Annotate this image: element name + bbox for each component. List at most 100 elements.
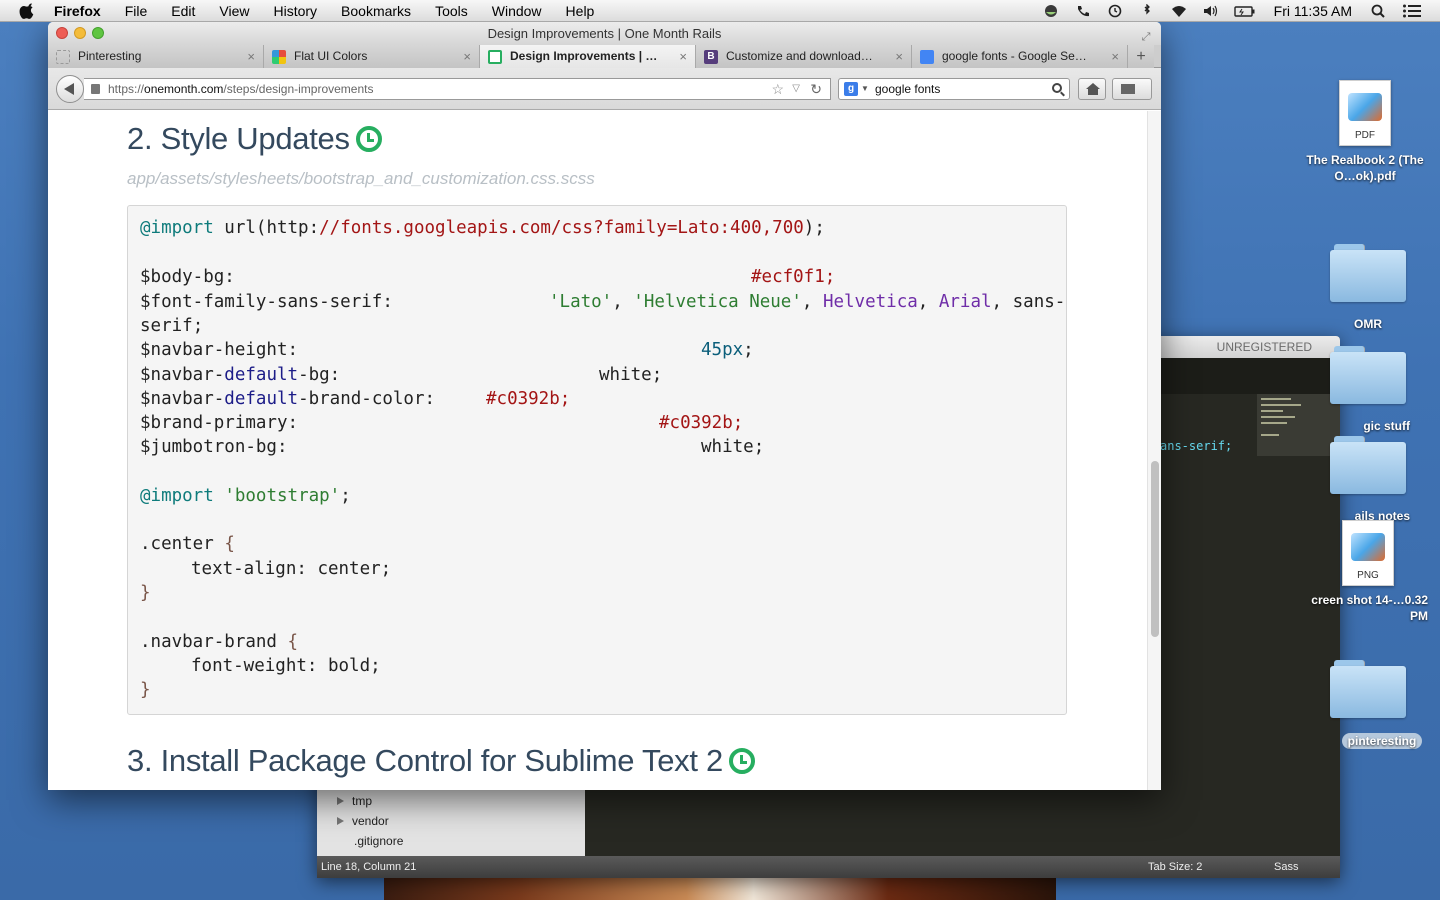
code-line: } <box>140 583 151 603</box>
status-line-column: Line 18, Column 21 <box>321 861 417 873</box>
tab-design-improvements[interactable]: Design Improvements | O… × <box>480 45 696 68</box>
desktop-icon-logic-stuff-folder[interactable]: gic stuff <box>1308 346 1428 434</box>
sublime-status-bar: Line 18, Column 21 Tab Size: 2 Sass <box>317 856 1340 878</box>
tab-customize-bootstrap[interactable]: B Customize and download… × <box>696 45 912 68</box>
blank-page-icon <box>56 50 70 64</box>
code-value: 'Lato', 'Helvetica Neue', Helvetica, Ari… <box>549 292 1066 312</box>
bookmark-star-icon[interactable]: ☆ <box>771 79 784 99</box>
wifi-icon[interactable] <box>1170 4 1188 18</box>
code-value: white; <box>599 365 663 385</box>
code-line: @import 'bootstrap'; <box>140 486 351 506</box>
folder-icon <box>1330 244 1406 302</box>
code-line: @import url(http://fonts.googleapis.com/… <box>140 218 825 238</box>
sidebar-item-tmp[interactable]: tmp <box>337 794 372 808</box>
time-machine-icon[interactable] <box>1106 4 1124 18</box>
menu-edit[interactable]: Edit <box>171 3 195 19</box>
tab-bar: Pinteresting × Flat UI Colors × Design I… <box>48 45 1161 68</box>
spotlight-search-icon[interactable] <box>1370 4 1388 18</box>
desktop-icon-omr-folder[interactable]: OMR <box>1308 244 1428 332</box>
desktop-icon-rails-notes-folder[interactable]: ails notes <box>1308 436 1428 524</box>
desktop-icon-label: pinteresting <box>1341 733 1423 749</box>
page-content: 2. Style Updates app/assets/stylesheets/… <box>48 111 1147 790</box>
menu-history[interactable]: History <box>273 3 317 19</box>
menu-view[interactable]: View <box>219 3 249 19</box>
minimize-window-button[interactable] <box>74 27 86 39</box>
menu-window[interactable]: Window <box>492 3 542 19</box>
traffic-lights <box>56 27 104 39</box>
menu-bookmarks[interactable]: Bookmarks <box>341 3 411 19</box>
status-syntax[interactable]: Sass <box>1274 861 1298 873</box>
tab-google-search[interactable]: google fonts - Google Se… × <box>912 45 1128 68</box>
menu-help[interactable]: Help <box>566 3 595 19</box>
code-value: #c0392b; <box>659 413 744 433</box>
fullscreen-icon[interactable]: ⤢ <box>1139 26 1153 43</box>
code-line: font-weight: bold; <box>191 656 381 676</box>
desktop-icon-screen-shot-png[interactable]: PNG creen shot 14-…0.32 PM <box>1308 520 1428 624</box>
menu-bar: Firefox File Edit View History Bookmarks… <box>0 0 1440 22</box>
home-button[interactable] <box>1078 78 1106 100</box>
volume-icon[interactable] <box>1202 4 1220 18</box>
sublime-code-text: ans-serif; <box>1160 439 1233 453</box>
code-line: $navbar-default-bg: <box>140 365 341 385</box>
close-tab-icon[interactable]: × <box>1111 45 1119 68</box>
url-history-dropdown-icon[interactable]: ▽ <box>792 79 800 99</box>
close-window-button[interactable] <box>56 27 68 39</box>
google-search-engine-icon[interactable]: g <box>844 82 858 96</box>
code-line: $navbar-default-brand-color: <box>140 389 436 409</box>
code-value: 45px; <box>701 340 754 360</box>
code-value: #c0392b; <box>486 389 571 409</box>
battery-icon[interactable] <box>1233 4 1256 18</box>
new-tab-button[interactable]: + <box>1128 45 1154 68</box>
close-tab-icon[interactable]: × <box>679 45 687 68</box>
clock-icon <box>728 748 755 774</box>
code-line: } <box>140 680 151 700</box>
disclosure-triangle-icon <box>337 797 344 805</box>
desktop-icon-label: OMR <box>1354 317 1382 331</box>
desktop-icon-pinteresting-folder[interactable]: pinteresting <box>1308 660 1428 750</box>
bookmarks-menu-button[interactable] <box>1112 78 1152 100</box>
notification-center-icon[interactable] <box>1402 4 1422 18</box>
menubar-clock[interactable]: Fri 11:35 AM <box>1274 3 1352 19</box>
apple-icon[interactable] <box>18 2 38 19</box>
code-line: $font-family-sans-serif: <box>140 292 393 312</box>
reload-icon[interactable]: ↻ <box>810 79 822 99</box>
engine-dropdown-icon[interactable]: ▼ <box>861 79 869 99</box>
code-line: $jumbotron-bg: <box>140 437 288 457</box>
desktop-icon-label: gic stuff <box>1363 419 1410 433</box>
code-line: $brand-primary: <box>140 413 299 433</box>
menu-file[interactable]: File <box>125 3 148 19</box>
search-input[interactable]: google fonts <box>875 82 940 96</box>
back-button[interactable] <box>56 75 84 103</box>
scrollbar-thumb[interactable] <box>1151 461 1159 637</box>
code-block: @import url(http://fonts.googleapis.com/… <box>127 205 1067 715</box>
sidebar-item-vendor[interactable]: vendor <box>337 814 389 828</box>
close-tab-icon[interactable]: × <box>247 45 255 68</box>
zoom-window-button[interactable] <box>92 27 104 39</box>
url-bar[interactable]: https://onemonth.com/steps/design-improv… <box>84 78 831 100</box>
folder-icon <box>1330 436 1406 494</box>
status-tab-size[interactable]: Tab Size: 2 <box>1148 861 1202 873</box>
close-tab-icon[interactable]: × <box>895 45 903 68</box>
firefox-window[interactable]: Design Improvements | One Month Rails ⤢ … <box>48 22 1161 790</box>
url-path: /steps/design-improvements <box>223 82 374 96</box>
search-icon[interactable] <box>1052 83 1062 93</box>
tab-flat-ui-colors[interactable]: Flat UI Colors × <box>264 45 480 68</box>
code-value: #ecf0f1; <box>751 267 836 287</box>
sidebar-item-gitignore[interactable]: .gitignore <box>354 834 403 848</box>
folder-icon <box>1330 660 1406 718</box>
search-bar[interactable]: g ▼ google fonts <box>838 78 1070 100</box>
close-tab-icon[interactable]: × <box>463 45 471 68</box>
disclosure-triangle-icon <box>337 817 344 825</box>
code-line: serif; <box>140 316 204 336</box>
menu-tools[interactable]: Tools <box>435 3 468 19</box>
phone-icon[interactable] <box>1074 4 1092 18</box>
desktop-icon-realbook-pdf[interactable]: PDF The Realbook 2 (The O…ok).pdf <box>1305 80 1425 184</box>
page-scrollbar[interactable] <box>1147 111 1161 790</box>
calendar-favicon-icon <box>488 50 502 64</box>
menu-firefox[interactable]: Firefox <box>54 3 101 19</box>
bluetooth-icon[interactable] <box>1138 3 1156 18</box>
lock-icon <box>91 84 100 94</box>
tab-pinteresting[interactable]: Pinteresting × <box>48 45 264 68</box>
google-favicon-icon <box>920 50 934 64</box>
status-indicator-icon[interactable] <box>1042 4 1060 18</box>
